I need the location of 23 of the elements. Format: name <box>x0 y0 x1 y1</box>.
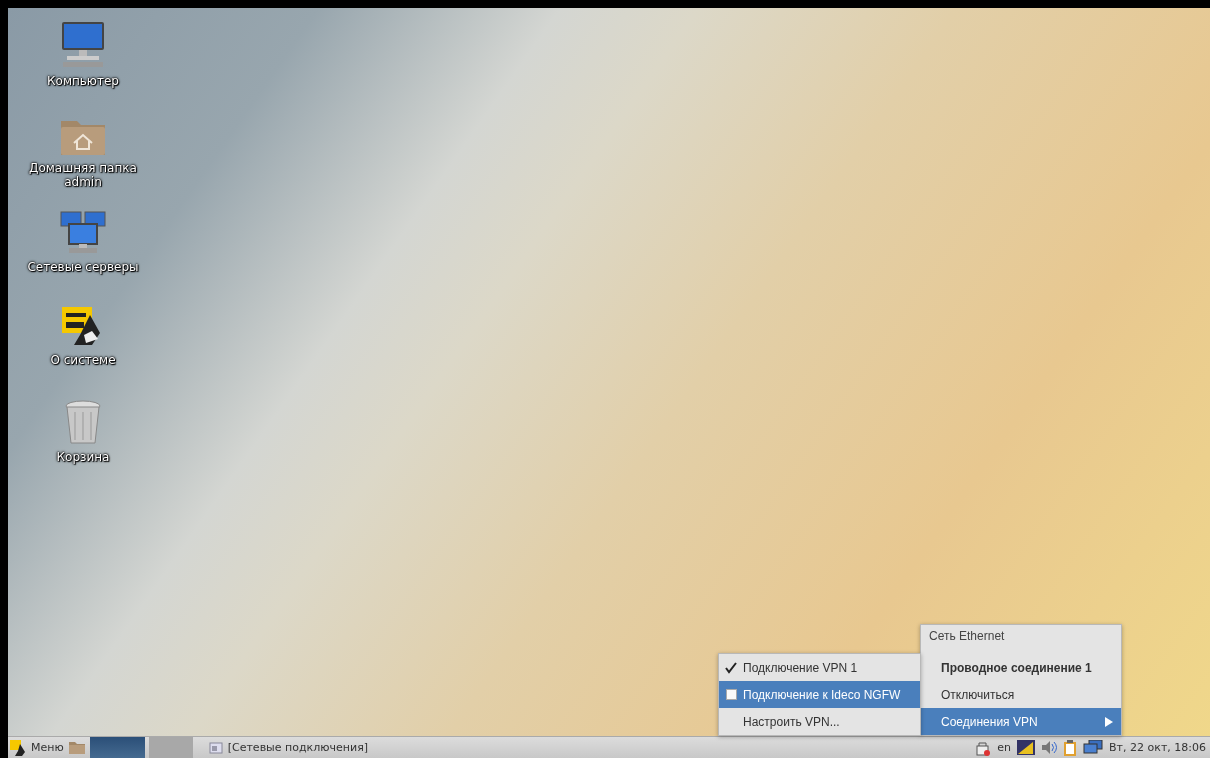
ruler-icon[interactable] <box>1017 740 1036 755</box>
network-computers-icon <box>59 210 107 256</box>
submenu-arrow-icon <box>1105 716 1113 727</box>
keyboard-layout-indicator[interactable]: en <box>997 741 1012 754</box>
trash-icon <box>63 400 103 446</box>
clipboard-icon[interactable] <box>1063 739 1078 756</box>
menu-item[interactable]: Подключение к Ideco NGFW <box>719 681 920 708</box>
menu-item[interactable]: Подключение VPN 1 <box>719 654 920 681</box>
taskbar-task[interactable]: [Сетевые подключения] <box>208 738 369 757</box>
network-computers-icon[interactable] <box>1083 740 1104 755</box>
menu-item[interactable]: Настроить VPN... <box>719 708 920 735</box>
checkbox[interactable] <box>725 688 737 701</box>
menu-item[interactable]: Соединения VPN <box>921 708 1121 735</box>
speaker-icon[interactable] <box>1041 740 1058 755</box>
menu-header: Сеть Ethernet <box>928 628 1006 645</box>
menu-item[interactable]: Отключиться <box>921 681 1121 708</box>
menu-item[interactable]: Проводное соединение 1 <box>921 654 1121 681</box>
window-icon <box>208 741 223 754</box>
clock[interactable]: Вт, 22 окт, 18:06 <box>1109 741 1206 754</box>
folder-icon[interactable] <box>67 740 86 755</box>
network-lock-icon[interactable] <box>975 739 992 756</box>
menu-button[interactable]: Меню <box>10 738 64 757</box>
computer-icon <box>59 20 107 70</box>
